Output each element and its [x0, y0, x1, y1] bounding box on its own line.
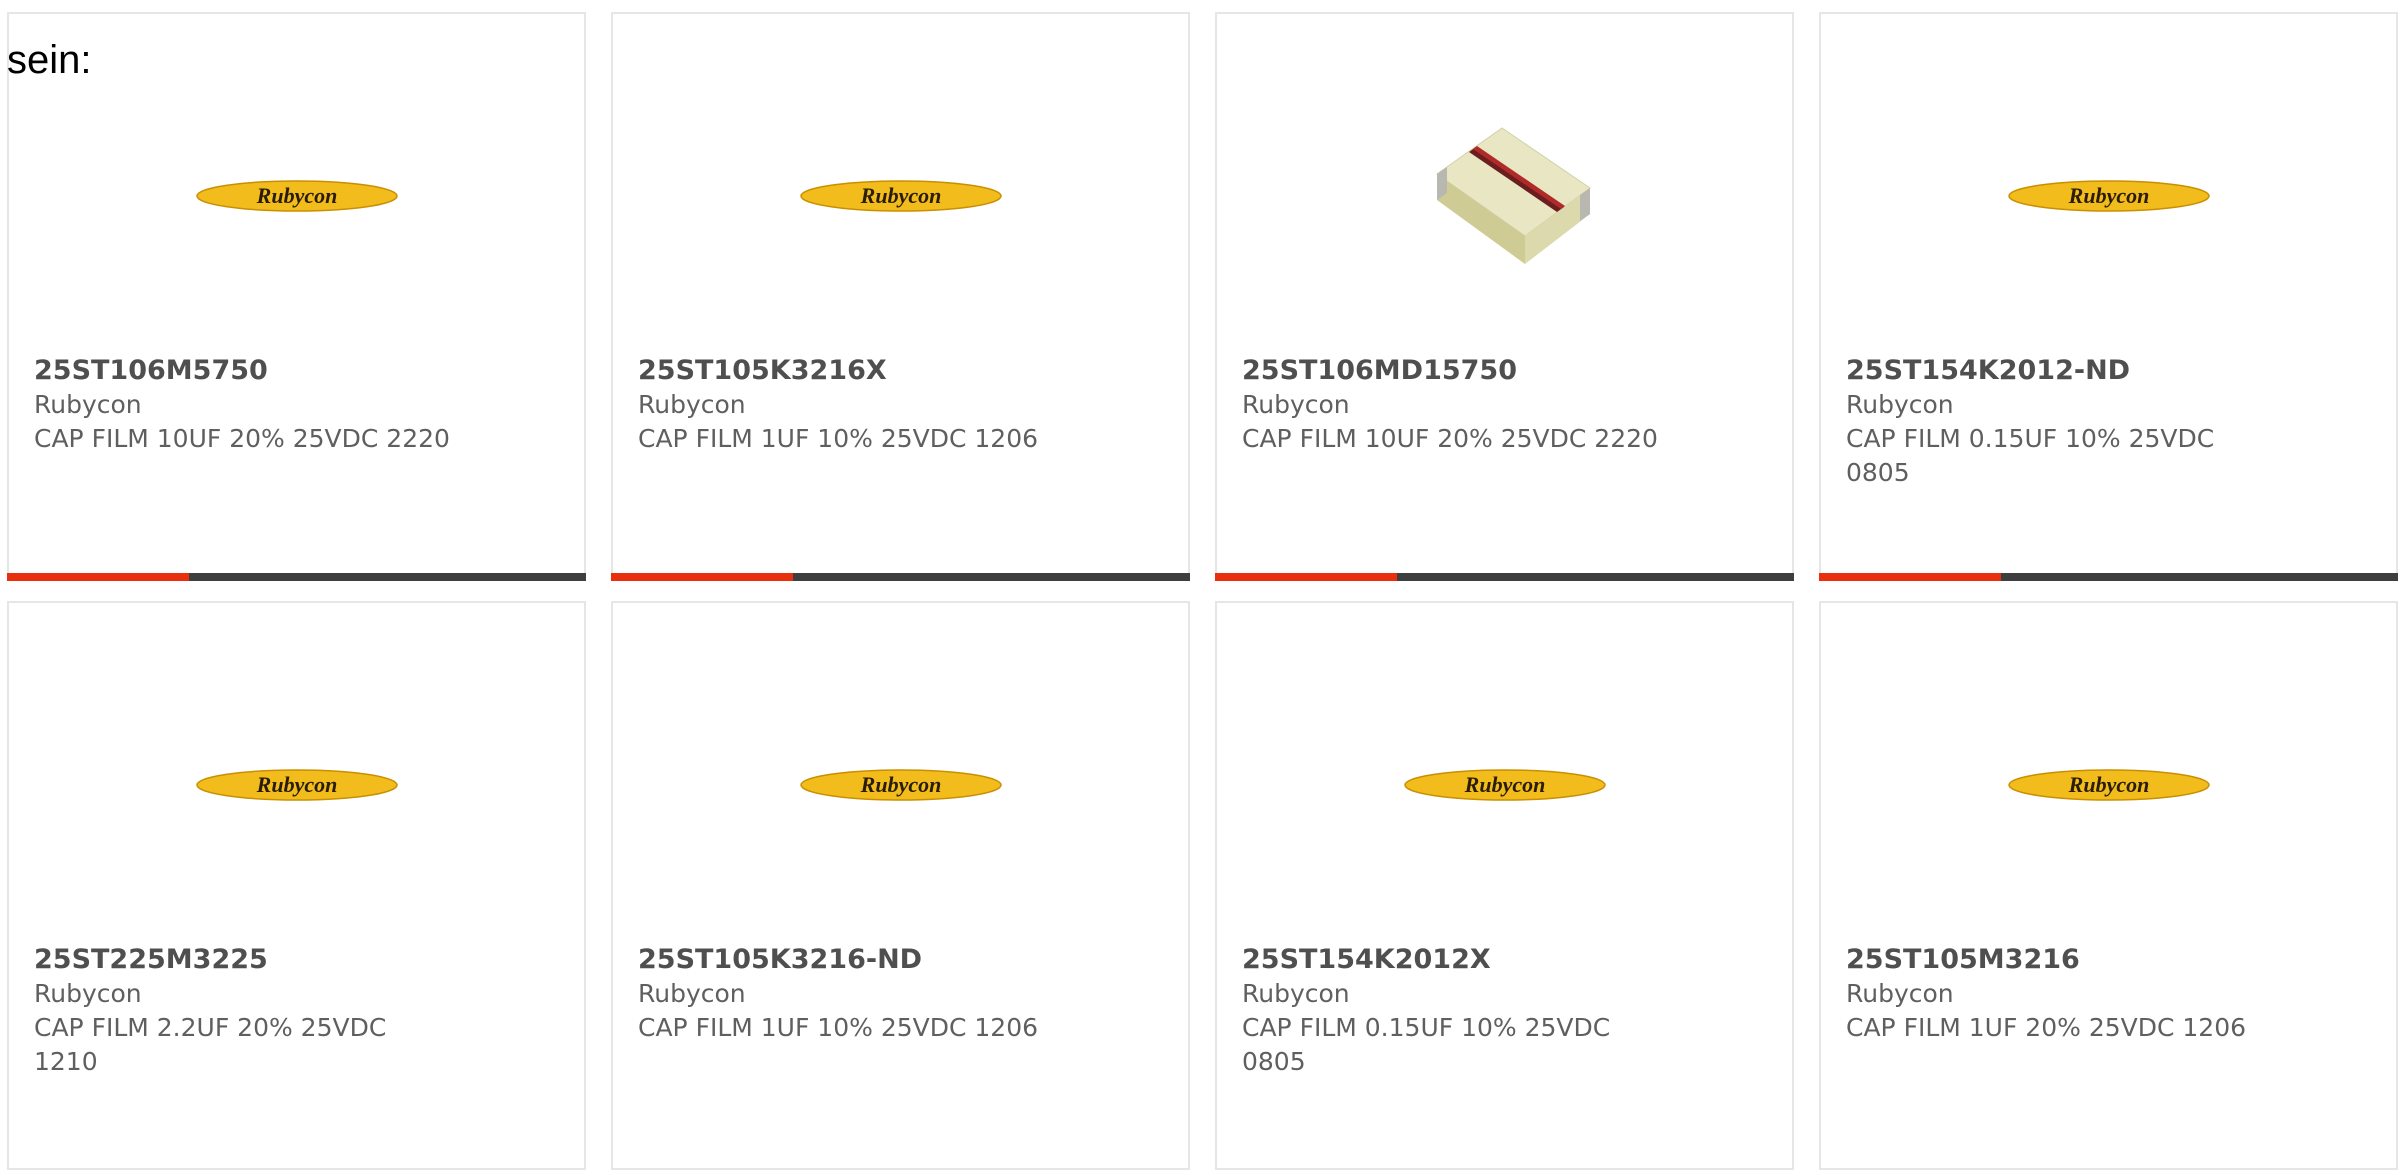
part-number[interactable]: 25ST105K3216X	[638, 354, 1058, 388]
rubycon-logo: Rubycon	[2007, 180, 2210, 212]
description: CAP FILM 1UF 10% 25VDC 1206	[638, 1013, 1039, 1042]
manufacturer: Rubycon	[1242, 390, 1350, 419]
manufacturer: Rubycon	[34, 390, 142, 419]
product-image: Rubycon	[613, 665, 1188, 905]
manufacturer: Rubycon	[638, 979, 746, 1008]
description: CAP FILM 1UF 10% 25VDC 1206	[638, 424, 1039, 453]
rubycon-logo: Rubycon	[1403, 769, 1606, 801]
description: CAP FILM 2.2UF 20% 25VDC 1210	[34, 1013, 387, 1076]
product-image: Rubycon	[9, 665, 584, 905]
accent-bar	[1215, 573, 1794, 581]
product-info: 25ST105K3216-ND Rubycon CAP FILM 1UF 10%…	[638, 943, 1058, 1045]
rubycon-logo: Rubycon	[2007, 769, 2210, 801]
product-image: Rubycon	[613, 76, 1188, 316]
manufacturer: Rubycon	[638, 390, 746, 419]
product-info: 25ST105M3216 Rubycon CAP FILM 1UF 20% 25…	[1846, 943, 2266, 1045]
rubycon-logo-text: Rubycon	[859, 183, 941, 208]
product-card[interactable]: 25ST106MD15750 Rubycon CAP FILM 10UF 20%…	[1215, 12, 1794, 581]
product-info: 25ST106M5750 Rubycon CAP FILM 10UF 20% 2…	[34, 354, 454, 456]
product-info: 25ST225M3225 Rubycon CAP FILM 2.2UF 20% …	[34, 943, 454, 1079]
product-card[interactable]: Rubycon 25ST105K3216-ND Rubycon CAP FILM…	[611, 601, 1190, 1170]
product-info: 25ST154K2012-ND Rubycon CAP FILM 0.15UF …	[1846, 354, 2266, 490]
part-number[interactable]: 25ST154K2012-ND	[1846, 354, 2266, 388]
part-number[interactable]: 25ST225M3225	[34, 943, 454, 977]
accent-bar	[1819, 573, 2398, 581]
part-number[interactable]: 25ST105M3216	[1846, 943, 2266, 977]
product-card[interactable]: Rubycon 25ST225M3225 Rubycon CAP FILM 2.…	[7, 601, 586, 1170]
rubycon-logo: Rubycon	[195, 180, 398, 212]
manufacturer: Rubycon	[1846, 979, 1954, 1008]
description: CAP FILM 1UF 20% 25VDC 1206	[1846, 1013, 2247, 1042]
product-grid: Rubycon 25ST106M5750 Rubycon CAP FILM 10…	[7, 12, 2398, 1170]
product-info: 25ST105K3216X Rubycon CAP FILM 1UF 10% 2…	[638, 354, 1058, 456]
product-info: 25ST154K2012X Rubycon CAP FILM 0.15UF 10…	[1242, 943, 1662, 1079]
rubycon-logo-text: Rubycon	[255, 183, 337, 208]
product-info: 25ST106MD15750 Rubycon CAP FILM 10UF 20%…	[1242, 354, 1662, 456]
capacitor-photo	[1435, 127, 1591, 264]
product-card[interactable]: Rubycon 25ST106M5750 Rubycon CAP FILM 10…	[7, 12, 586, 581]
rubycon-logo-text: Rubycon	[1463, 772, 1545, 797]
description: CAP FILM 0.15UF 10% 25VDC 0805	[1846, 424, 2215, 487]
manufacturer: Rubycon	[34, 979, 142, 1008]
manufacturer: Rubycon	[1242, 979, 1350, 1008]
rubycon-logo-text: Rubycon	[2067, 772, 2149, 797]
part-number[interactable]: 25ST106M5750	[34, 354, 454, 388]
product-card[interactable]: Rubycon 25ST154K2012X Rubycon CAP FILM 0…	[1215, 601, 1794, 1170]
product-card[interactable]: Rubycon 25ST154K2012-ND Rubycon CAP FILM…	[1819, 12, 2398, 581]
description: CAP FILM 10UF 20% 25VDC 2220	[1242, 424, 1658, 453]
rubycon-logo-text: Rubycon	[859, 772, 941, 797]
description: CAP FILM 10UF 20% 25VDC 2220	[34, 424, 450, 453]
part-number[interactable]: 25ST106MD15750	[1242, 354, 1662, 388]
rubycon-logo-text: Rubycon	[2067, 183, 2149, 208]
part-number[interactable]: 25ST105K3216-ND	[638, 943, 1058, 977]
rubycon-logo: Rubycon	[799, 769, 1002, 801]
product-image: Rubycon	[1821, 665, 2396, 905]
manufacturer: Rubycon	[1846, 390, 1954, 419]
product-image: Rubycon	[9, 76, 584, 316]
accent-bar	[7, 573, 586, 581]
rubycon-logo-text: Rubycon	[255, 772, 337, 797]
section-heading: sein:	[7, 38, 92, 82]
product-image	[1217, 76, 1792, 316]
accent-bar	[611, 573, 1190, 581]
product-card[interactable]: Rubycon 25ST105K3216X Rubycon CAP FILM 1…	[611, 12, 1190, 581]
rubycon-logo: Rubycon	[195, 769, 398, 801]
description: CAP FILM 0.15UF 10% 25VDC 0805	[1242, 1013, 1611, 1076]
product-image: Rubycon	[1217, 665, 1792, 905]
part-number[interactable]: 25ST154K2012X	[1242, 943, 1662, 977]
product-image: Rubycon	[1821, 76, 2396, 316]
rubycon-logo: Rubycon	[799, 180, 1002, 212]
product-card[interactable]: Rubycon 25ST105M3216 Rubycon CAP FILM 1U…	[1819, 601, 2398, 1170]
